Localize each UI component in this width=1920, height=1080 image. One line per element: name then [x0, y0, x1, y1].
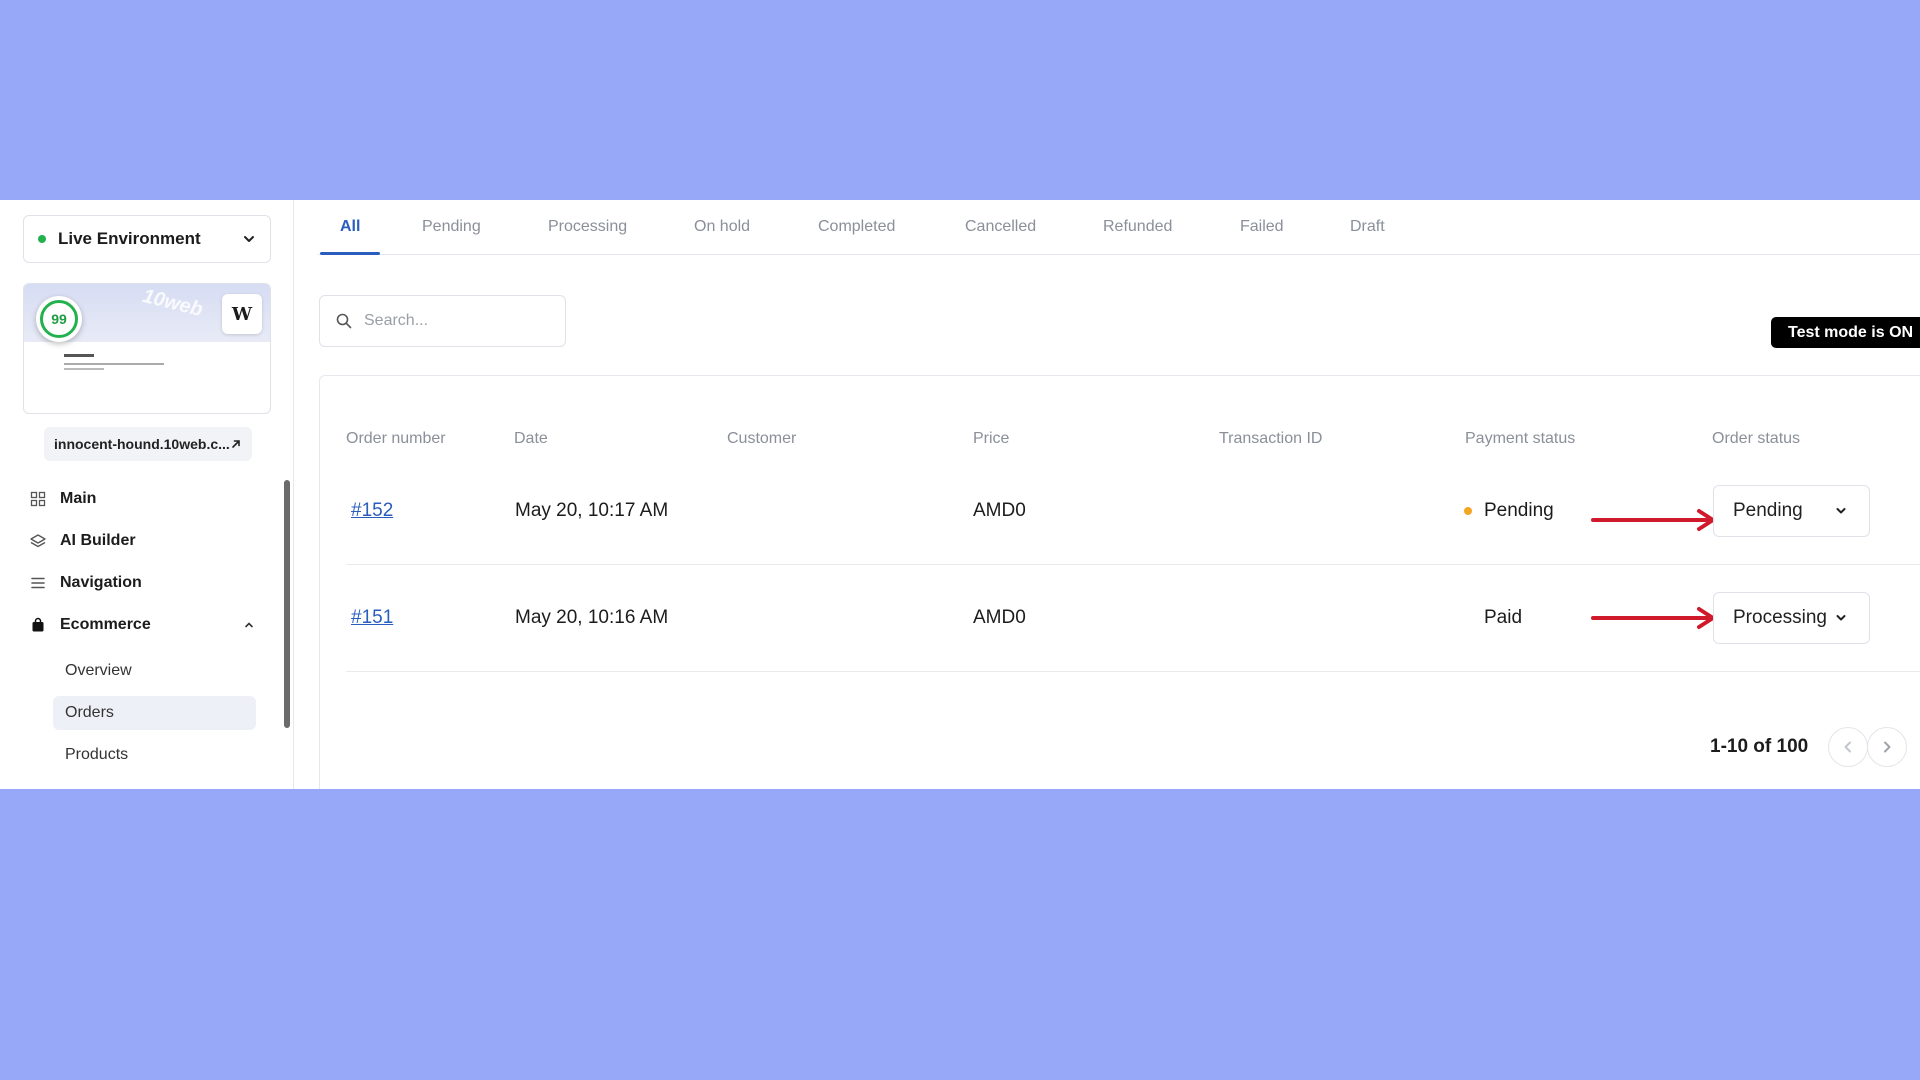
sidebar-subitem-orders[interactable]: Orders	[53, 696, 256, 730]
live-status-dot	[38, 235, 46, 243]
chevron-down-icon	[1836, 615, 1846, 621]
sidebar: Live Environment 10web 99 W innocent-hou…	[0, 200, 294, 789]
column-header-customer[interactable]: Customer	[727, 430, 796, 448]
tab-completed[interactable]: Completed	[818, 200, 895, 254]
preview-text-line	[64, 368, 104, 370]
search-icon	[336, 313, 352, 329]
row-divider	[346, 564, 1920, 565]
sidebar-item-label: Navigation	[60, 574, 142, 591]
order-number-link[interactable]: #151	[351, 607, 393, 629]
payment-status: Pending	[1464, 500, 1554, 522]
sidebar-subitem-overview[interactable]: Overview	[53, 654, 256, 688]
site-domain-link[interactable]: innocent-hound.10web.c...	[44, 427, 252, 461]
order-price: AMD0	[973, 500, 1026, 521]
tab-draft[interactable]: Draft	[1350, 200, 1385, 254]
chevron-up-icon	[245, 622, 253, 628]
column-header-order-number[interactable]: Order number	[346, 430, 446, 448]
sidebar-subitem-products[interactable]: Products	[53, 738, 256, 772]
wordpress-icon[interactable]: W	[222, 294, 262, 334]
order-status-dropdown[interactable]: Pending	[1713, 485, 1870, 537]
order-status-dropdown[interactable]: Processing	[1713, 592, 1870, 644]
sidebar-scrollbar[interactable]	[284, 480, 290, 728]
tab-all[interactable]: All	[320, 200, 381, 255]
domain-text: innocent-hound.10web.c...	[54, 436, 230, 452]
performance-score: 99	[36, 296, 82, 342]
red-arrow-annotation	[1591, 607, 1715, 629]
chevron-right-icon	[1884, 741, 1891, 753]
tab-refunded[interactable]: Refunded	[1103, 200, 1172, 254]
tab-cancelled[interactable]: Cancelled	[965, 200, 1036, 254]
sidebar-item-label: Main	[60, 490, 97, 507]
next-page-button[interactable]	[1867, 727, 1907, 767]
grid-icon	[30, 491, 46, 507]
bag-icon	[30, 617, 46, 633]
orders-table	[319, 375, 1920, 789]
payment-status: Paid	[1484, 607, 1522, 629]
order-date: May 20, 10:17 AM	[515, 500, 669, 521]
pagination-range: 1-10 of 100	[1710, 736, 1809, 757]
tab-processing[interactable]: Processing	[548, 200, 627, 254]
tab-pending[interactable]: Pending	[422, 200, 481, 254]
red-arrow-annotation	[1591, 509, 1715, 531]
order-price: AMD0	[973, 607, 1026, 628]
column-header-payment-status[interactable]: Payment status	[1465, 430, 1575, 448]
status-tabs: All Pending Processing On hold Completed…	[318, 200, 1920, 255]
chevron-down-icon	[1836, 508, 1846, 514]
environment-dropdown[interactable]: Live Environment	[23, 215, 271, 263]
column-header-order-status[interactable]: Order status	[1712, 430, 1800, 448]
sidebar-item-label: AI Builder	[60, 532, 136, 549]
payment-status-label: Pending	[1484, 500, 1554, 521]
tab-failed[interactable]: Failed	[1240, 200, 1284, 254]
search-box	[319, 295, 566, 347]
row-divider	[346, 671, 1920, 672]
order-number-link[interactable]: #152	[351, 500, 393, 522]
column-header-price[interactable]: Price	[973, 430, 1009, 448]
layers-icon	[30, 533, 46, 549]
score-value: 99	[40, 300, 78, 338]
tab-on-hold[interactable]: On hold	[694, 200, 750, 254]
pending-status-dot	[1464, 507, 1472, 515]
chevron-down-icon	[244, 236, 254, 242]
orders-app: Live Environment 10web 99 W innocent-hou…	[0, 200, 1920, 789]
preview-text-line	[64, 363, 164, 365]
preview-heading-line	[64, 354, 94, 357]
previous-page-button[interactable]	[1828, 727, 1868, 767]
order-status-value: Processing	[1733, 607, 1827, 628]
order-status-value: Pending	[1733, 500, 1803, 521]
column-header-date[interactable]: Date	[514, 430, 548, 448]
chevron-left-icon	[1844, 741, 1851, 753]
sidebar-item-navigation[interactable]: Navigation	[30, 574, 142, 592]
menu-icon	[30, 575, 46, 591]
environment-label: Live Environment	[58, 229, 201, 248]
site-preview[interactable]: 10web 99 W	[23, 283, 271, 414]
sidebar-item-ecommerce[interactable]: Ecommerce	[30, 616, 255, 634]
search-input[interactable]	[362, 311, 546, 331]
order-date: May 20, 10:16 AM	[515, 607, 669, 628]
sidebar-item-label: Ecommerce	[60, 616, 151, 633]
test-mode-badge: Test mode is ON	[1771, 317, 1920, 348]
column-header-transaction-id[interactable]: Transaction ID	[1219, 430, 1322, 448]
sidebar-item-main[interactable]: Main	[30, 490, 96, 508]
payment-status-label: Paid	[1484, 607, 1523, 628]
external-link-icon	[232, 440, 240, 448]
sidebar-item-ai-builder[interactable]: AI Builder	[30, 532, 136, 550]
